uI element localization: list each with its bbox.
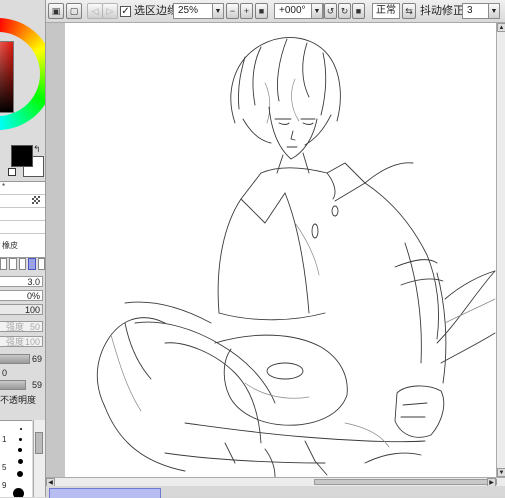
brush-preset-label: 5 [2, 463, 7, 472]
min-size-field[interactable]: 0% [0, 290, 43, 301]
brush-presets-scrollbar[interactable] [33, 420, 45, 497]
reset-rotation-icon[interactable]: ■ [352, 3, 365, 19]
reset-zoom-icon[interactable]: ■ [255, 3, 268, 19]
scroll-up-icon[interactable]: ▲ [497, 23, 505, 32]
brush-shape-square[interactable] [37, 258, 45, 270]
reset-colors-icon[interactable] [8, 168, 16, 176]
chevron-down-icon[interactable]: ▼ [212, 3, 224, 19]
rotate-right-icon[interactable]: ↻ [338, 3, 351, 19]
brush-shape-soft[interactable] [9, 258, 17, 270]
flip-icon[interactable]: ⇆ [402, 3, 416, 19]
zoom-in-icon[interactable]: + [240, 3, 253, 19]
slider-bar-1-value: 69 [31, 354, 42, 364]
color-saturation-box[interactable] [0, 41, 14, 113]
blend-strength-field[interactable]: 强度 100 [0, 336, 43, 347]
stabilizer-label: 抖动修正 [420, 5, 464, 17]
sketch-artwork [96, 37, 496, 477]
brush-preset-dot[interactable] [20, 428, 22, 430]
chevron-down-icon[interactable]: ▼ [311, 3, 323, 19]
tool-list: * 橡皮 [0, 181, 45, 258]
selection-edge-label: 选区边缘 [134, 5, 178, 17]
brush-size-presets: 1 5 9 [0, 420, 32, 497]
rotate-left-icon[interactable]: ↺ [324, 3, 337, 19]
slider-bar-3-value: 59 [31, 380, 42, 390]
prev-icon[interactable]: ◁ [87, 3, 103, 19]
brush-preset-dot[interactable] [18, 459, 23, 464]
brush-preset-dot[interactable] [17, 471, 23, 477]
brush-shape-round[interactable] [18, 258, 27, 270]
canvas-margin [46, 23, 65, 477]
chevron-down-icon[interactable]: ▼ [488, 3, 500, 19]
zoom-out-icon[interactable]: − [226, 3, 239, 19]
tool-panel: ↰ * 橡皮 3.0 0% 100 强度 50 强度 100 69 0 59 不透明… [0, 0, 46, 497]
density-field[interactable]: 100 [0, 304, 43, 315]
fit-screen-icon[interactable]: ▣ [48, 3, 64, 19]
brush-preset-label: 9 [2, 481, 7, 490]
slider-bar-1[interactable] [0, 354, 30, 364]
new-window-icon[interactable]: ▢ [66, 3, 82, 19]
brush-shape-selector [0, 258, 45, 272]
brush-preset-label: 1 [2, 435, 7, 444]
brush-size-field[interactable]: 3.0 [0, 276, 43, 287]
slider-bar-2-value: 0 [2, 368, 8, 378]
drawing-canvas[interactable] [65, 23, 496, 477]
blur-strength-field[interactable]: 强度 50 [0, 321, 43, 332]
vertical-scrollbar[interactable]: ▲ ▼ [496, 23, 505, 477]
tool-row-label: 橡皮 [2, 241, 18, 250]
document-tab-bar [46, 486, 505, 498]
brush-preset-dot[interactable] [19, 438, 22, 441]
transparency-icon[interactable] [32, 196, 40, 204]
selection-edge-checkbox[interactable]: ✓ [120, 6, 131, 17]
canvas-area: ▲ ▼ ◀ ▶ [46, 23, 505, 498]
swap-colors-icon[interactable]: ↰ [33, 144, 41, 155]
scroll-down-icon[interactable]: ▼ [497, 468, 505, 477]
blend-mode-button[interactable]: 正常 [372, 3, 400, 19]
next-icon[interactable]: ▷ [102, 3, 118, 19]
slider-bar-3[interactable] [0, 380, 26, 390]
horizontal-scrollbar-thumb[interactable] [314, 479, 497, 485]
foreground-color-swatch[interactable] [11, 145, 33, 167]
opacity-label: 不透明度 [0, 395, 37, 405]
brush-shape-hard[interactable] [0, 258, 8, 270]
brush-shape-selected[interactable] [28, 258, 36, 270]
tool-row-label: * [2, 182, 6, 191]
brush-preset-dot[interactable] [18, 448, 22, 452]
brush-preset-dot[interactable] [13, 488, 24, 497]
canvas-toolbar: ▣ ▢ ◁ ▷ ✓ 选区边缘 25% ▼ − + ■ +000° ▼ ↺ ↻ ■… [45, 0, 505, 23]
